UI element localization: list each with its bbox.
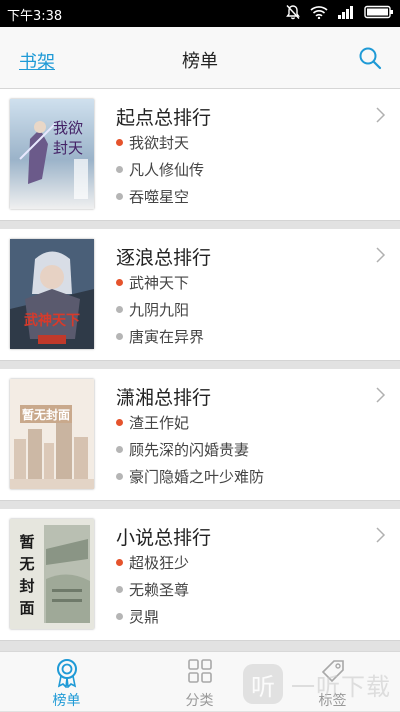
dot-icon	[116, 306, 123, 313]
dot-icon	[116, 473, 123, 480]
grid-icon	[187, 658, 213, 688]
signal-icon	[337, 5, 355, 19]
hot-dot-icon	[116, 559, 123, 566]
book-name: 凡人修仙传	[129, 161, 205, 179]
book-cover: 暂 无 封 面	[10, 519, 94, 629]
book-name: 渣王作妃	[129, 414, 190, 432]
hot-dot-icon	[116, 419, 123, 426]
ranking-card-zhulang[interactable]: 武神天下 逐浪总排行 武神天下 九阴九阳 唐寅在异界	[0, 229, 400, 361]
tab-label: 榜单	[52, 693, 81, 709]
book-cover: 我欲 封天	[10, 99, 94, 209]
svg-text:封: 封	[19, 577, 34, 595]
app-header: 书架 榜单	[0, 27, 400, 89]
dot-icon	[116, 586, 123, 593]
svg-text:武神天下: 武神天下	[24, 312, 80, 329]
ranking-title: 起点总排行	[116, 107, 212, 129]
book-item[interactable]: 无赖圣尊	[116, 579, 189, 600]
tab-rankings[interactable]: 榜单	[0, 652, 133, 712]
status-time: 下午3:38	[7, 9, 63, 24]
book-item[interactable]: 顾先深的闪婚贵妻	[116, 439, 249, 460]
ranking-card-xiaoxiang[interactable]: 暂无封面 潇湘总排行 渣王作妃 顾先深的闪婚贵妻 豪门隐婚之叶少难防	[0, 369, 400, 501]
dot-icon	[116, 193, 123, 200]
dot-icon	[116, 613, 123, 620]
chevron-right-icon	[376, 527, 386, 547]
ranking-card-xiaoshuo[interactable]: 暂 无 封 面 小说总排行 超极狂少 无赖圣尊 灵鼎	[0, 509, 400, 641]
book-name: 武神天下	[129, 274, 190, 292]
dot-icon	[116, 446, 123, 453]
chevron-right-icon	[376, 247, 386, 267]
book-item[interactable]: 灵鼎	[116, 606, 159, 627]
ranking-card-qidian[interactable]: 我欲 封天 起点总排行 我欲封天 凡人修仙传 吞噬星空	[0, 89, 400, 221]
book-item[interactable]: 唐寅在异界	[116, 326, 204, 347]
search-icon[interactable]	[358, 46, 382, 74]
book-cover: 武神天下	[10, 239, 94, 349]
chevron-right-icon	[376, 387, 386, 407]
book-name: 超极狂少	[129, 554, 190, 572]
book-name: 吞噬星空	[129, 188, 190, 206]
book-item[interactable]: 吞噬星空	[116, 186, 189, 207]
tab-tags[interactable]: 标签	[266, 652, 399, 712]
bottom-tab-bar: 榜单 分类 标签	[0, 651, 400, 711]
book-item[interactable]: 渣王作妃	[116, 412, 189, 433]
tab-label: 分类	[185, 693, 214, 709]
book-item[interactable]: 九阴九阳	[116, 299, 189, 320]
book-name: 唐寅在异界	[129, 328, 205, 346]
book-item[interactable]: 凡人修仙传	[116, 159, 204, 180]
wifi-icon	[310, 5, 328, 19]
tab-categories[interactable]: 分类	[133, 652, 266, 712]
ranking-title: 潇湘总排行	[116, 387, 212, 409]
svg-text:暂: 暂	[19, 533, 34, 551]
book-name: 九阴九阳	[129, 301, 190, 319]
book-item[interactable]: 超极狂少	[116, 552, 189, 573]
cover-placeholder-text: 暂无封面	[22, 407, 70, 422]
svg-text:我欲: 我欲	[53, 119, 83, 137]
book-cover: 暂无封面	[10, 379, 94, 489]
tab-label: 标签	[318, 693, 347, 709]
svg-text:无: 无	[18, 555, 34, 573]
book-name: 我欲封天	[129, 134, 190, 152]
medal-icon	[54, 658, 80, 692]
tag-icon	[320, 658, 346, 688]
book-item[interactable]: 武神天下	[116, 272, 189, 293]
book-name: 顾先深的闪婚贵妻	[129, 441, 250, 459]
mute-bell-icon	[285, 4, 301, 20]
hot-dot-icon	[116, 139, 123, 146]
dot-icon	[116, 166, 123, 173]
book-item[interactable]: 豪门隐婚之叶少难防	[116, 466, 264, 487]
book-name: 豪门隐婚之叶少难防	[129, 468, 265, 486]
svg-text:封天: 封天	[53, 139, 83, 157]
dot-icon	[116, 333, 123, 340]
battery-icon	[364, 5, 394, 19]
page-title: 榜单	[182, 51, 218, 72]
book-item[interactable]: 我欲封天	[116, 132, 189, 153]
ranking-list: 我欲 封天 起点总排行 我欲封天 凡人修仙传 吞噬星空 武神天下 逐浪总排行 武…	[0, 89, 400, 649]
svg-text:面: 面	[19, 599, 34, 617]
ranking-title: 小说总排行	[116, 527, 212, 549]
status-bar: 下午3:38	[0, 0, 400, 27]
hot-dot-icon	[116, 279, 123, 286]
ranking-title: 逐浪总排行	[116, 247, 212, 269]
status-icons	[285, 4, 394, 20]
book-name: 灵鼎	[129, 608, 160, 626]
chevron-right-icon	[376, 107, 386, 127]
book-name: 无赖圣尊	[129, 581, 190, 599]
